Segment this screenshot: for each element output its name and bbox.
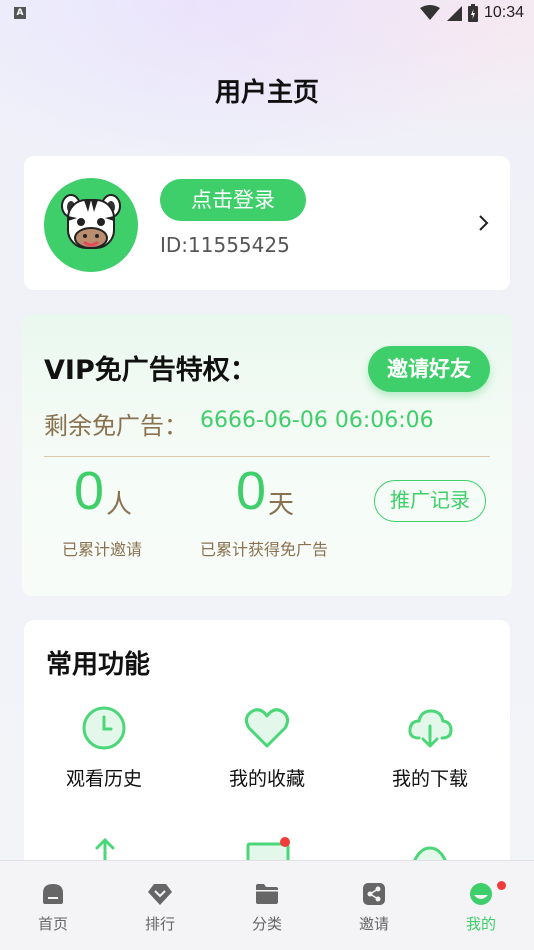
invited-count: 0: [74, 461, 105, 521]
clock-icon: [82, 706, 126, 750]
upload-icon[interactable]: [90, 836, 120, 860]
app-notification-icon: A: [14, 7, 26, 19]
zebra-avatar-icon: [61, 194, 121, 249]
nav-label: 排行: [144, 915, 175, 933]
login-button[interactable]: 点击登录: [160, 179, 306, 221]
invited-unit: 人: [106, 490, 133, 520]
chevron-right-icon[interactable]: [478, 214, 490, 232]
home-icon: [43, 884, 63, 904]
divider: [44, 456, 490, 457]
user-card[interactable]: 点击登录 ID:11555425: [24, 156, 510, 290]
profile-icon: [470, 883, 492, 905]
wifi-icon: [419, 5, 440, 20]
section-title: 常用功能: [46, 650, 151, 680]
promotion-records-button[interactable]: 推广记录: [374, 480, 486, 522]
status-bar: A 10:34: [0, 0, 534, 28]
days-caption: 已累计获得免广告: [200, 540, 329, 559]
battery-icon: [467, 4, 478, 22]
heart-icon: [244, 708, 290, 748]
my-downloads-item[interactable]: 我的下载: [355, 704, 505, 791]
bottom-navigation: 首页 排行 分类 邀请 我的: [0, 860, 534, 950]
vip-title: VIP免广告特权：: [44, 355, 257, 386]
function-label: 观看历史: [65, 768, 142, 790]
diamond-icon: [148, 884, 172, 905]
notification-dot: [280, 837, 290, 847]
nav-label: 分类: [251, 915, 282, 933]
function-label: 我的收藏: [228, 768, 305, 790]
nav-item-mine[interactable]: 我的: [441, 881, 521, 934]
nav-item-invite[interactable]: 邀请: [334, 881, 414, 934]
clock-time: 10:34: [483, 4, 524, 21]
remaining-label: 剩余免广告：: [44, 412, 188, 440]
signal-icon: [446, 6, 462, 21]
nav-item-home[interactable]: 首页: [13, 881, 93, 934]
nav-label: 我的: [465, 915, 496, 933]
share-icon: [363, 883, 385, 905]
remaining-value: 6666-06-06 06:06:06: [200, 408, 434, 433]
watch-history-item[interactable]: 观看历史: [29, 704, 179, 791]
avatar[interactable]: [44, 178, 138, 272]
invited-caption: 已累计邀请: [62, 540, 143, 559]
days-count: 0: [236, 461, 267, 521]
folder-icon: [256, 884, 278, 904]
nav-item-ranking[interactable]: 排行: [120, 881, 200, 934]
common-functions-card: 常用功能 观看历史 我的收藏 我的下载: [24, 620, 510, 880]
my-favorites-item[interactable]: 我的收藏: [192, 704, 342, 791]
notification-dot: [497, 881, 506, 890]
page-title: 用户主页: [214, 78, 319, 108]
nav-item-category[interactable]: 分类: [227, 881, 307, 934]
nav-label: 邀请: [358, 915, 389, 933]
cloud-download-icon: [408, 709, 453, 748]
nav-label: 首页: [37, 915, 68, 933]
user-id: ID:11555425: [160, 233, 290, 257]
days-unit: 天: [268, 490, 295, 520]
vip-privilege-card: VIP免广告特权： 邀请好友 剩余免广告： 6666-06-06 06:06:0…: [22, 314, 512, 596]
function-label: 我的下载: [391, 768, 468, 790]
invite-friends-button[interactable]: 邀请好友: [368, 346, 490, 392]
